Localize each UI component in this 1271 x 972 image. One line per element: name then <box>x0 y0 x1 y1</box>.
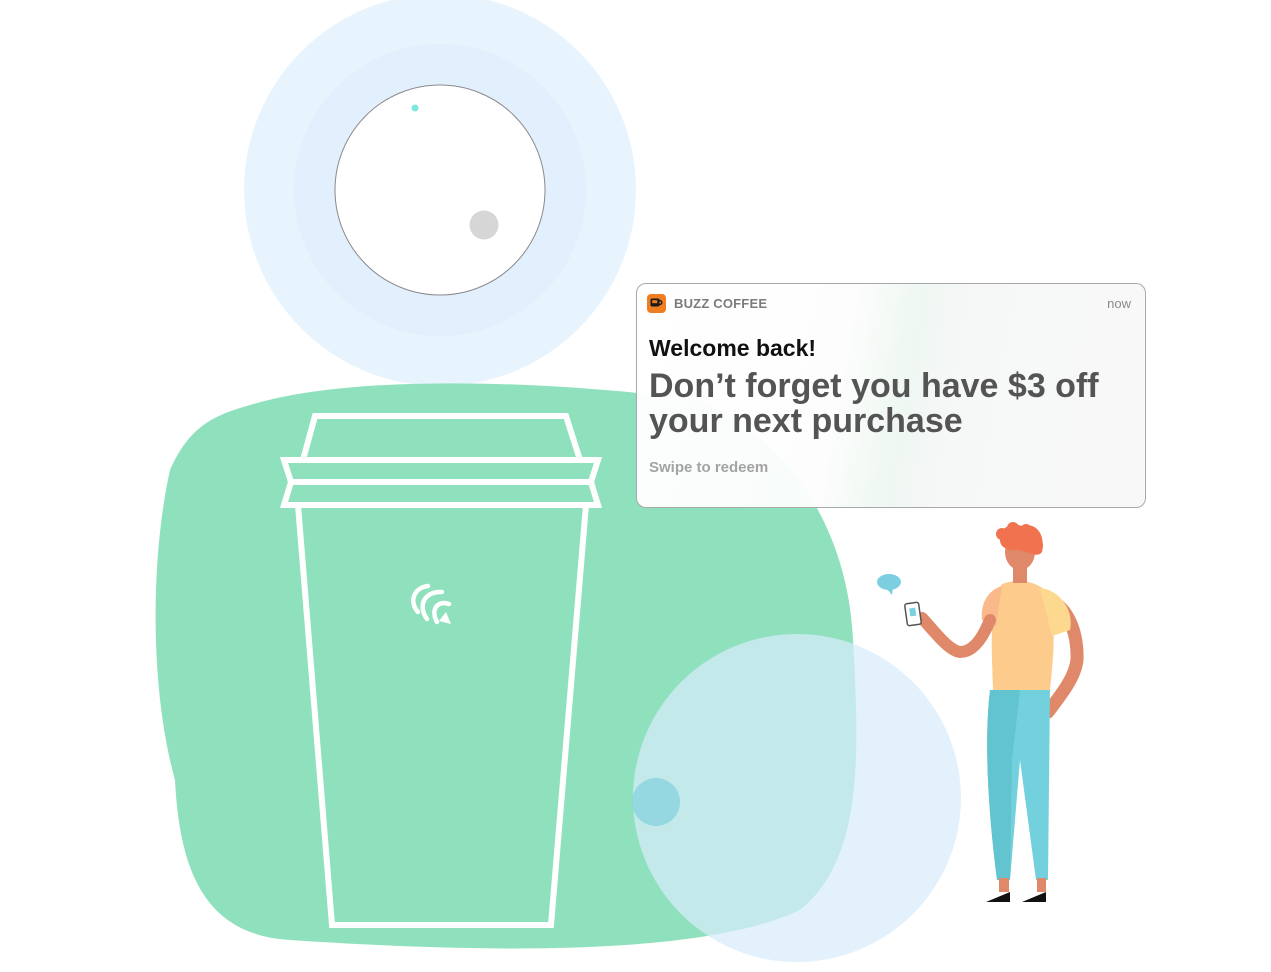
profile-avatar-circle <box>334 84 546 296</box>
notification-header: BUZZ COFFEE now <box>647 294 1131 314</box>
notification-title: Welcome back! <box>649 335 817 361</box>
push-notification[interactable]: BUZZ COFFEE now Welcome back! Don’t forg… <box>636 283 1146 508</box>
app-name: BUZZ COFFEE <box>674 296 768 311</box>
speech-bubble <box>877 574 901 590</box>
avatar-toggle-knob <box>469 210 499 240</box>
decorative-dot <box>632 778 680 826</box>
decorative-circle <box>633 634 961 962</box>
notification-message: Don’t forget you have $3 off your next p… <box>649 367 1099 440</box>
swipe-to-redeem-hint[interactable]: Swipe to redeem <box>649 459 768 476</box>
avatar-status-dot <box>411 104 419 112</box>
notification-timestamp: now <box>1107 296 1131 311</box>
coffee-cup-icon <box>647 294 666 313</box>
